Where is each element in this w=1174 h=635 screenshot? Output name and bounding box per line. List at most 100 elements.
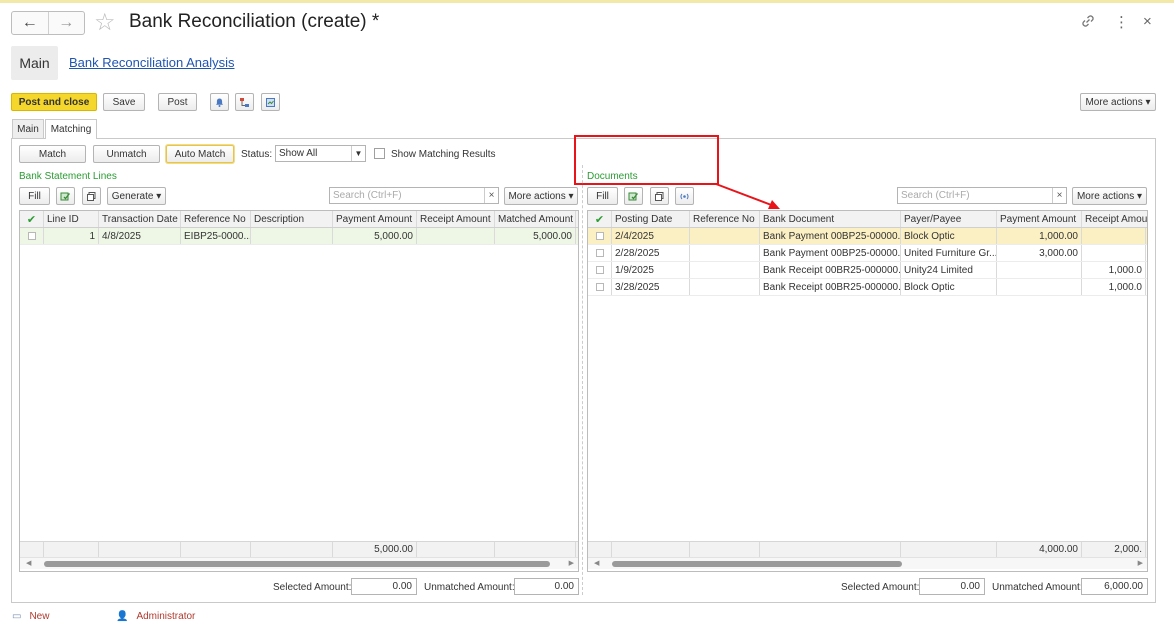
link-icon[interactable] — [1080, 13, 1096, 33]
col-transaction-date[interactable]: Transaction Date — [99, 211, 181, 227]
unmatch-button[interactable]: Unmatch — [93, 145, 160, 163]
col-reference-no[interactable]: Reference No — [181, 211, 251, 227]
documents-section-title: Documents — [587, 171, 638, 182]
row-checkbox[interactable] — [588, 262, 612, 278]
table-row[interactable]: 3/28/2025 Bank Receipt 00BR25-000000... … — [588, 279, 1147, 296]
statement-edit-icon[interactable] — [56, 187, 75, 205]
documents-unmatched-amount-field[interactable]: 6,000.00 — [1081, 578, 1148, 595]
broadcast-icon[interactable] — [675, 187, 694, 205]
scrollbar-thumb[interactable] — [612, 561, 902, 567]
table-row[interactable]: 2/28/2025 Bank Payment 00BP25-00000... U… — [588, 245, 1147, 262]
documents-total-payment: 4,000.00 — [997, 542, 1082, 557]
col-receipt-amount[interactable]: Receipt Amount — [417, 211, 495, 227]
forward-icon[interactable]: → — [47, 12, 85, 34]
cell-ref — [690, 228, 760, 244]
back-icon[interactable]: ← — [12, 12, 48, 34]
cell-date: 2/4/2025 — [612, 228, 690, 244]
show-matching-results-label: Show Matching Results — [391, 149, 496, 160]
cell-payment: 1,000.00 — [997, 228, 1082, 244]
scrollbar-thumb[interactable] — [44, 561, 550, 567]
statement-search-input[interactable]: Search (Ctrl+F) × — [329, 187, 499, 204]
cell-payee: Block Optic — [901, 228, 997, 244]
status-select[interactable]: Show All ▼ — [275, 145, 366, 162]
structure-icon[interactable] — [235, 93, 254, 111]
col-payment-amount[interactable]: Payment Amount — [333, 211, 417, 227]
post-and-close-button[interactable]: Post and close — [11, 93, 97, 111]
report-icon[interactable] — [261, 93, 280, 111]
chevron-down-icon[interactable]: ▼ — [351, 146, 365, 161]
generate-button[interactable]: Generate ▾ — [107, 187, 166, 205]
documents-edit-icon[interactable] — [624, 187, 643, 205]
documents-search-input[interactable]: Search (Ctrl+F) × — [897, 187, 1067, 204]
col-reference-no[interactable]: Reference No — [690, 211, 760, 227]
documents-grid-header: ✔ Posting Date Reference No Bank Documen… — [588, 211, 1147, 228]
statement-unmatched-amount-field[interactable]: 0.00 — [514, 578, 579, 595]
documents-horizontal-scrollbar[interactable]: ◀ ▶ — [588, 557, 1147, 569]
statement-grid: ✔ Line ID Transaction Date Reference No … — [19, 210, 579, 572]
statement-section-title: Bank Statement Lines — [19, 171, 117, 182]
panel-divider[interactable] — [582, 165, 583, 595]
col-line-id[interactable]: Line ID — [44, 211, 99, 227]
close-icon[interactable]: × — [1143, 13, 1152, 30]
tab-main[interactable]: Main — [12, 119, 44, 138]
post-button[interactable]: Post — [158, 93, 197, 111]
more-menu-icon[interactable]: ⋮ — [1114, 13, 1129, 31]
more-actions-button[interactable]: More actions ▾ — [1080, 93, 1156, 111]
cell-ref: EIBP25-0000... — [181, 228, 251, 244]
col-posting-date[interactable]: Posting Date — [612, 211, 690, 227]
section-main[interactable]: Main — [11, 46, 58, 80]
table-row[interactable]: 1 4/8/2025 EIBP25-0000... 5,000.00 5,000… — [20, 228, 578, 245]
documents-more-actions-button[interactable]: More actions ▾ — [1072, 187, 1147, 205]
select-all-check-icon[interactable]: ✔ — [588, 211, 612, 227]
footer-user[interactable]: 👤 Administrator — [116, 611, 195, 622]
statement-copy-icon[interactable] — [82, 187, 101, 205]
col-s[interactable]: S — [576, 211, 578, 227]
statement-more-actions-button[interactable]: More actions ▾ — [504, 187, 578, 205]
cell-ref — [690, 279, 760, 295]
documents-grid: ✔ Posting Date Reference No Bank Documen… — [587, 210, 1148, 572]
row-checkbox[interactable] — [588, 228, 612, 244]
cell-date: 1/9/2025 — [612, 262, 690, 278]
save-button[interactable]: Save — [103, 93, 145, 111]
tab-matching[interactable]: Matching — [45, 119, 97, 139]
cell-doc[interactable]: Bank Payment 00BP25-00000... — [760, 228, 901, 244]
footer-new-label: New — [29, 611, 50, 622]
col-payer-payee[interactable]: Payer/Payee — [901, 211, 997, 227]
page-title: Bank Reconciliation (create) * — [129, 11, 380, 32]
select-all-check-icon[interactable]: ✔ — [20, 211, 44, 227]
section-analysis-link[interactable]: Bank Reconciliation Analysis — [69, 55, 234, 70]
col-bank-document[interactable]: Bank Document — [760, 211, 901, 227]
favorite-star-icon[interactable]: ☆ — [94, 8, 116, 37]
row-checkbox[interactable] — [20, 228, 44, 244]
auto-match-button[interactable]: Auto Match — [166, 145, 234, 163]
cell-date: 3/28/2025 — [612, 279, 690, 295]
documents-copy-icon[interactable] — [650, 187, 669, 205]
row-checkbox[interactable] — [588, 279, 612, 295]
table-row[interactable]: 2/4/2025 Bank Payment 00BP25-00000... Bl… — [588, 228, 1147, 245]
documents-selected-amount-field[interactable]: 0.00 — [919, 578, 985, 595]
notify-icon[interactable] — [210, 93, 229, 111]
documents-fill-button[interactable]: Fill — [587, 187, 618, 205]
documents-unmatched-amount-label: Unmatched Amount: — [992, 582, 1083, 593]
document-icon: ▭ — [12, 611, 22, 622]
cell-doc[interactable]: Bank Receipt 00BR25-000000... — [760, 279, 901, 295]
col-description[interactable]: Description — [251, 211, 333, 227]
col-payment-amount[interactable]: Payment Amount — [997, 211, 1082, 227]
statement-fill-button[interactable]: Fill — [19, 187, 50, 205]
table-row[interactable]: 1/9/2025 Bank Receipt 00BR25-000000... U… — [588, 262, 1147, 279]
cell-line-id: 1 — [44, 228, 99, 244]
clear-search-icon[interactable]: × — [484, 188, 498, 203]
row-checkbox[interactable] — [588, 245, 612, 261]
show-matching-results-checkbox[interactable] — [374, 148, 385, 159]
clear-search-icon[interactable]: × — [1052, 188, 1066, 203]
footer-new[interactable]: ▭ New — [12, 611, 49, 622]
match-button[interactable]: Match — [19, 145, 86, 163]
cell-payee: United Furniture Gr... — [901, 245, 997, 261]
cell-doc[interactable]: Bank Receipt 00BR25-000000... — [760, 262, 901, 278]
statement-selected-amount-field[interactable]: 0.00 — [351, 578, 417, 595]
col-matched-amount[interactable]: Matched Amount — [495, 211, 576, 227]
cell-doc[interactable]: Bank Payment 00BP25-00000... — [760, 245, 901, 261]
statement-horizontal-scrollbar[interactable]: ◀ ▶ — [20, 557, 578, 569]
footer-user-label: Administrator — [136, 611, 196, 622]
col-receipt-amount[interactable]: Receipt Amount — [1082, 211, 1147, 227]
